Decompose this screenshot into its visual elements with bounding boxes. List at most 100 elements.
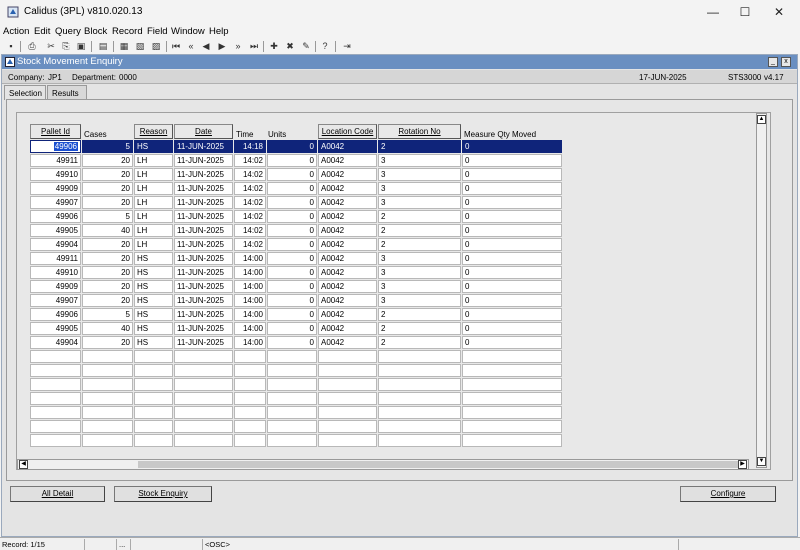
cut-icon[interactable]: ✂ (45, 40, 57, 52)
cell-pallet-id[interactable] (30, 434, 81, 447)
cell-cases[interactable]: 40 (82, 224, 133, 237)
empty-table-row[interactable] (0, 434, 800, 448)
scroll-left-icon[interactable]: ◀ (19, 460, 28, 469)
cell-measure-qty-moved[interactable] (462, 350, 562, 363)
cell-measure-qty-moved[interactable] (462, 378, 562, 391)
cell-cases[interactable]: 20 (82, 294, 133, 307)
table-row[interactable]: 49910 20 HS 11-JUN-2025 14:00 0 A0042 3 0 (0, 266, 800, 280)
cell-location-code[interactable] (318, 364, 377, 377)
cell-date[interactable]: 11-JUN-2025 (174, 154, 233, 167)
cell-measure-qty-moved[interactable]: 0 (462, 182, 562, 195)
cell-date[interactable]: 11-JUN-2025 (174, 238, 233, 251)
cell-units[interactable] (267, 434, 317, 447)
cell-location-code[interactable]: A0042 (318, 196, 377, 209)
cell-cases[interactable] (82, 406, 133, 419)
cell-units[interactable]: 0 (267, 252, 317, 265)
horizontal-scrollbar[interactable]: ◀ ▶ (17, 459, 749, 470)
table-row[interactable]: 49911 20 HS 11-JUN-2025 14:00 0 A0042 3 0 (0, 252, 800, 266)
cell-pallet-id[interactable]: 49905 (30, 224, 81, 237)
empty-table-row[interactable] (0, 420, 800, 434)
table-row[interactable]: 49911 20 LH 11-JUN-2025 14:02 0 A0042 3 0 (0, 154, 800, 168)
cell-units[interactable] (267, 392, 317, 405)
cell-reason[interactable] (134, 420, 173, 433)
cell-pallet-id[interactable] (30, 378, 81, 391)
cell-rotation-no[interactable] (378, 378, 461, 391)
header-date[interactable]: Date (174, 124, 233, 139)
table-row[interactable]: 49909 20 HS 11-JUN-2025 14:00 0 A0042 3 0 (0, 280, 800, 294)
copy-icon[interactable]: ⎘ (60, 40, 72, 52)
cell-pallet-id[interactable]: 49909 (30, 182, 81, 195)
cell-location-code[interactable]: A0042 (318, 322, 377, 335)
cell-location-code[interactable] (318, 434, 377, 447)
cell-rotation-no[interactable] (378, 434, 461, 447)
frame-close-button[interactable]: x (781, 57, 791, 67)
cell-location-code[interactable]: A0042 (318, 182, 377, 195)
cell-reason[interactable]: HS (134, 308, 173, 321)
cell-rotation-no[interactable] (378, 392, 461, 405)
next-set-icon[interactable]: » (232, 40, 244, 52)
cell-reason[interactable]: HS (134, 252, 173, 265)
scroll-up-icon[interactable]: ▲ (757, 115, 766, 124)
cell-date[interactable] (174, 420, 233, 433)
lock-icon[interactable]: ▦ (118, 40, 130, 52)
cell-pallet-id[interactable]: 49904 (30, 238, 81, 251)
cell-cases[interactable] (82, 434, 133, 447)
cell-reason[interactable] (134, 392, 173, 405)
cell-time[interactable] (234, 350, 266, 363)
cell-rotation-no[interactable]: 3 (378, 266, 461, 279)
cell-rotation-no[interactable]: 3 (378, 196, 461, 209)
cell-reason[interactable] (134, 434, 173, 447)
cell-cases[interactable]: 20 (82, 280, 133, 293)
cell-units[interactable]: 0 (267, 322, 317, 335)
cell-cases[interactable]: 20 (82, 196, 133, 209)
cell-location-code[interactable]: A0042 (318, 154, 377, 167)
cell-cases[interactable]: 40 (82, 322, 133, 335)
cell-date[interactable] (174, 434, 233, 447)
cell-rotation-no[interactable]: 3 (378, 280, 461, 293)
cell-units[interactable] (267, 364, 317, 377)
cell-cases[interactable] (82, 392, 133, 405)
cell-cases[interactable]: 20 (82, 154, 133, 167)
cell-location-code[interactable] (318, 378, 377, 391)
cell-reason[interactable] (134, 406, 173, 419)
last-record-icon[interactable]: ⏭ (248, 40, 260, 52)
cell-measure-qty-moved[interactable]: 0 (462, 252, 562, 265)
cell-reason[interactable]: LH (134, 238, 173, 251)
cell-rotation-no[interactable] (378, 350, 461, 363)
cell-time[interactable]: 14:00 (234, 322, 266, 335)
cell-measure-qty-moved[interactable]: 0 (462, 140, 562, 153)
cell-units[interactable]: 0 (267, 336, 317, 349)
cell-pallet-id[interactable] (30, 364, 81, 377)
cell-time[interactable]: 14:02 (234, 238, 266, 251)
header-location-code[interactable]: Location Code (318, 124, 377, 139)
cell-measure-qty-moved[interactable]: 0 (462, 154, 562, 167)
cell-measure-qty-moved[interactable]: 0 (462, 224, 562, 237)
header-reason[interactable]: Reason (134, 124, 173, 139)
cell-measure-qty-moved[interactable] (462, 364, 562, 377)
cell-units[interactable] (267, 406, 317, 419)
cell-date[interactable]: 11-JUN-2025 (174, 140, 233, 153)
cell-reason[interactable]: HS (134, 140, 173, 153)
cell-date[interactable]: 11-JUN-2025 (174, 224, 233, 237)
cell-time[interactable]: 14:00 (234, 308, 266, 321)
cell-rotation-no[interactable]: 2 (378, 322, 461, 335)
table-row[interactable]: 49904 20 LH 11-JUN-2025 14:02 0 A0042 2 0 (0, 238, 800, 252)
cell-location-code[interactable]: A0042 (318, 168, 377, 181)
cell-date[interactable]: 11-JUN-2025 (174, 308, 233, 321)
configure-button[interactable]: Configure (680, 486, 776, 502)
cell-rotation-no[interactable]: 3 (378, 168, 461, 181)
cell-reason[interactable]: LH (134, 224, 173, 237)
cell-date[interactable]: 11-JUN-2025 (174, 196, 233, 209)
cell-location-code[interactable]: A0042 (318, 224, 377, 237)
table-row[interactable]: 49909 20 LH 11-JUN-2025 14:02 0 A0042 3 0 (0, 182, 800, 196)
cell-measure-qty-moved[interactable] (462, 420, 562, 433)
tab-results[interactable]: Results (47, 85, 87, 100)
cell-location-code[interactable]: A0042 (318, 266, 377, 279)
cell-rotation-no[interactable]: 2 (378, 210, 461, 223)
cell-cases[interactable] (82, 350, 133, 363)
cell-date[interactable] (174, 378, 233, 391)
cell-pallet-id[interactable] (30, 406, 81, 419)
table-row[interactable]: 49906 5 HS 11-JUN-2025 14:00 0 A0042 2 0 (0, 308, 800, 322)
all-detail-button[interactable]: All Detail (10, 486, 105, 502)
cell-time[interactable]: 14:02 (234, 154, 266, 167)
